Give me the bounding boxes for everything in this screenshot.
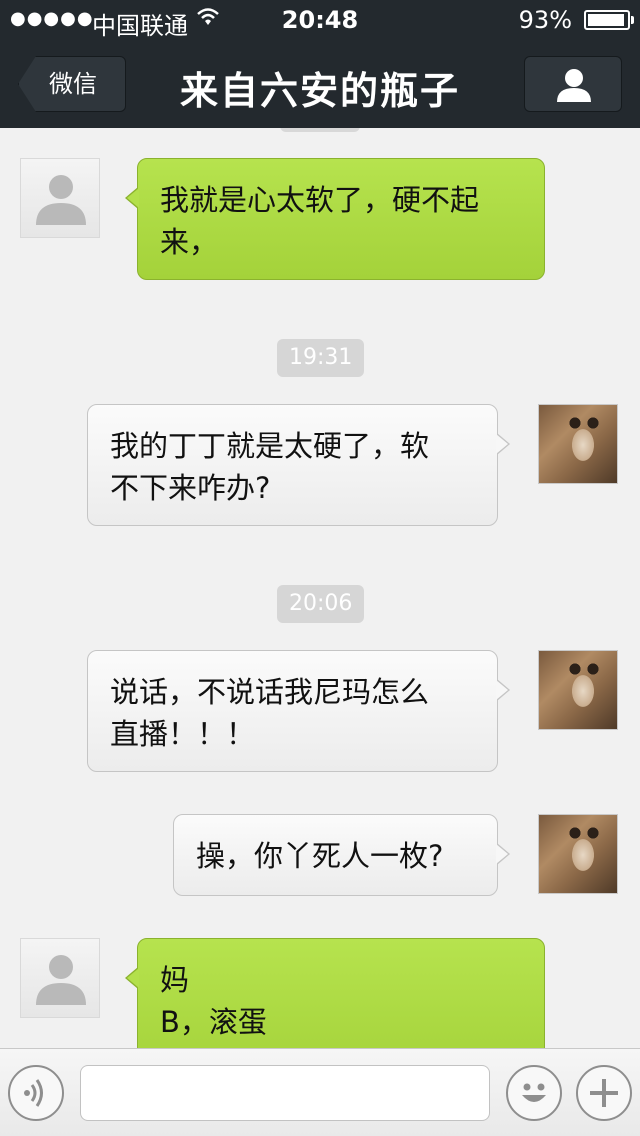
more-button[interactable] <box>576 1065 632 1121</box>
chat-message-list[interactable]: 我就是心太软了，硬不起 来， 19:31 我的丁丁就是太硬了，软 不下来咋办? … <box>0 128 640 1048</box>
person-icon <box>557 69 591 102</box>
message-bubble-sent[interactable]: 我的丁丁就是太硬了，软 不下来咋办? <box>87 404 510 526</box>
input-bar <box>0 1048 640 1136</box>
partial-timestamp <box>280 128 360 132</box>
plus-icon <box>590 1079 618 1107</box>
message-timestamp: 19:31 <box>277 339 365 377</box>
message-bubble-received[interactable]: 妈 B，滚蛋 <box>125 938 545 1048</box>
message-text: 操，你丫死人一枚? <box>196 839 444 873</box>
message-text: 我的丁丁就是太硬了，软 <box>110 429 430 463</box>
emoji-button[interactable] <box>506 1065 562 1121</box>
chat-info-button[interactable] <box>524 56 622 112</box>
my-avatar[interactable] <box>538 650 618 730</box>
message-text: 不下来咋办? <box>110 471 271 505</box>
status-bar: ●●●●● 中国联通 20:48 93% <box>0 0 640 40</box>
voice-icon <box>24 1079 43 1107</box>
message-bubble-received[interactable]: 我就是心太软了，硬不起 来， <box>125 158 545 280</box>
default-avatar-icon <box>36 955 86 1005</box>
contact-avatar[interactable] <box>20 938 100 1018</box>
voice-button[interactable] <box>8 1065 64 1121</box>
message-text: 直播！！！ <box>110 717 256 751</box>
emoji-icon <box>522 1083 546 1102</box>
battery-percent: 93% <box>518 6 572 34</box>
message-text: 我就是心太软了，硬不起 <box>160 183 480 217</box>
battery-icon <box>584 10 634 30</box>
contact-avatar[interactable] <box>20 158 100 238</box>
message-timestamp: 20:06 <box>277 585 365 623</box>
message-text: 妈 <box>160 963 190 997</box>
default-avatar-icon <box>36 175 86 225</box>
message-bubble-sent[interactable]: 操，你丫死人一枚? <box>173 814 510 896</box>
message-bubble-sent[interactable]: 说话，不说话我尼玛怎么 直播！！！ <box>87 650 510 772</box>
nav-bar: 微信 来自六安的瓶子 <box>0 40 640 128</box>
my-avatar[interactable] <box>538 404 618 484</box>
message-text: 说话，不说话我尼玛怎么 <box>110 675 430 709</box>
my-avatar[interactable] <box>538 814 618 894</box>
message-text: B，滚蛋 <box>160 1005 267 1039</box>
message-input[interactable] <box>80 1065 490 1121</box>
message-text: 来， <box>160 225 219 259</box>
